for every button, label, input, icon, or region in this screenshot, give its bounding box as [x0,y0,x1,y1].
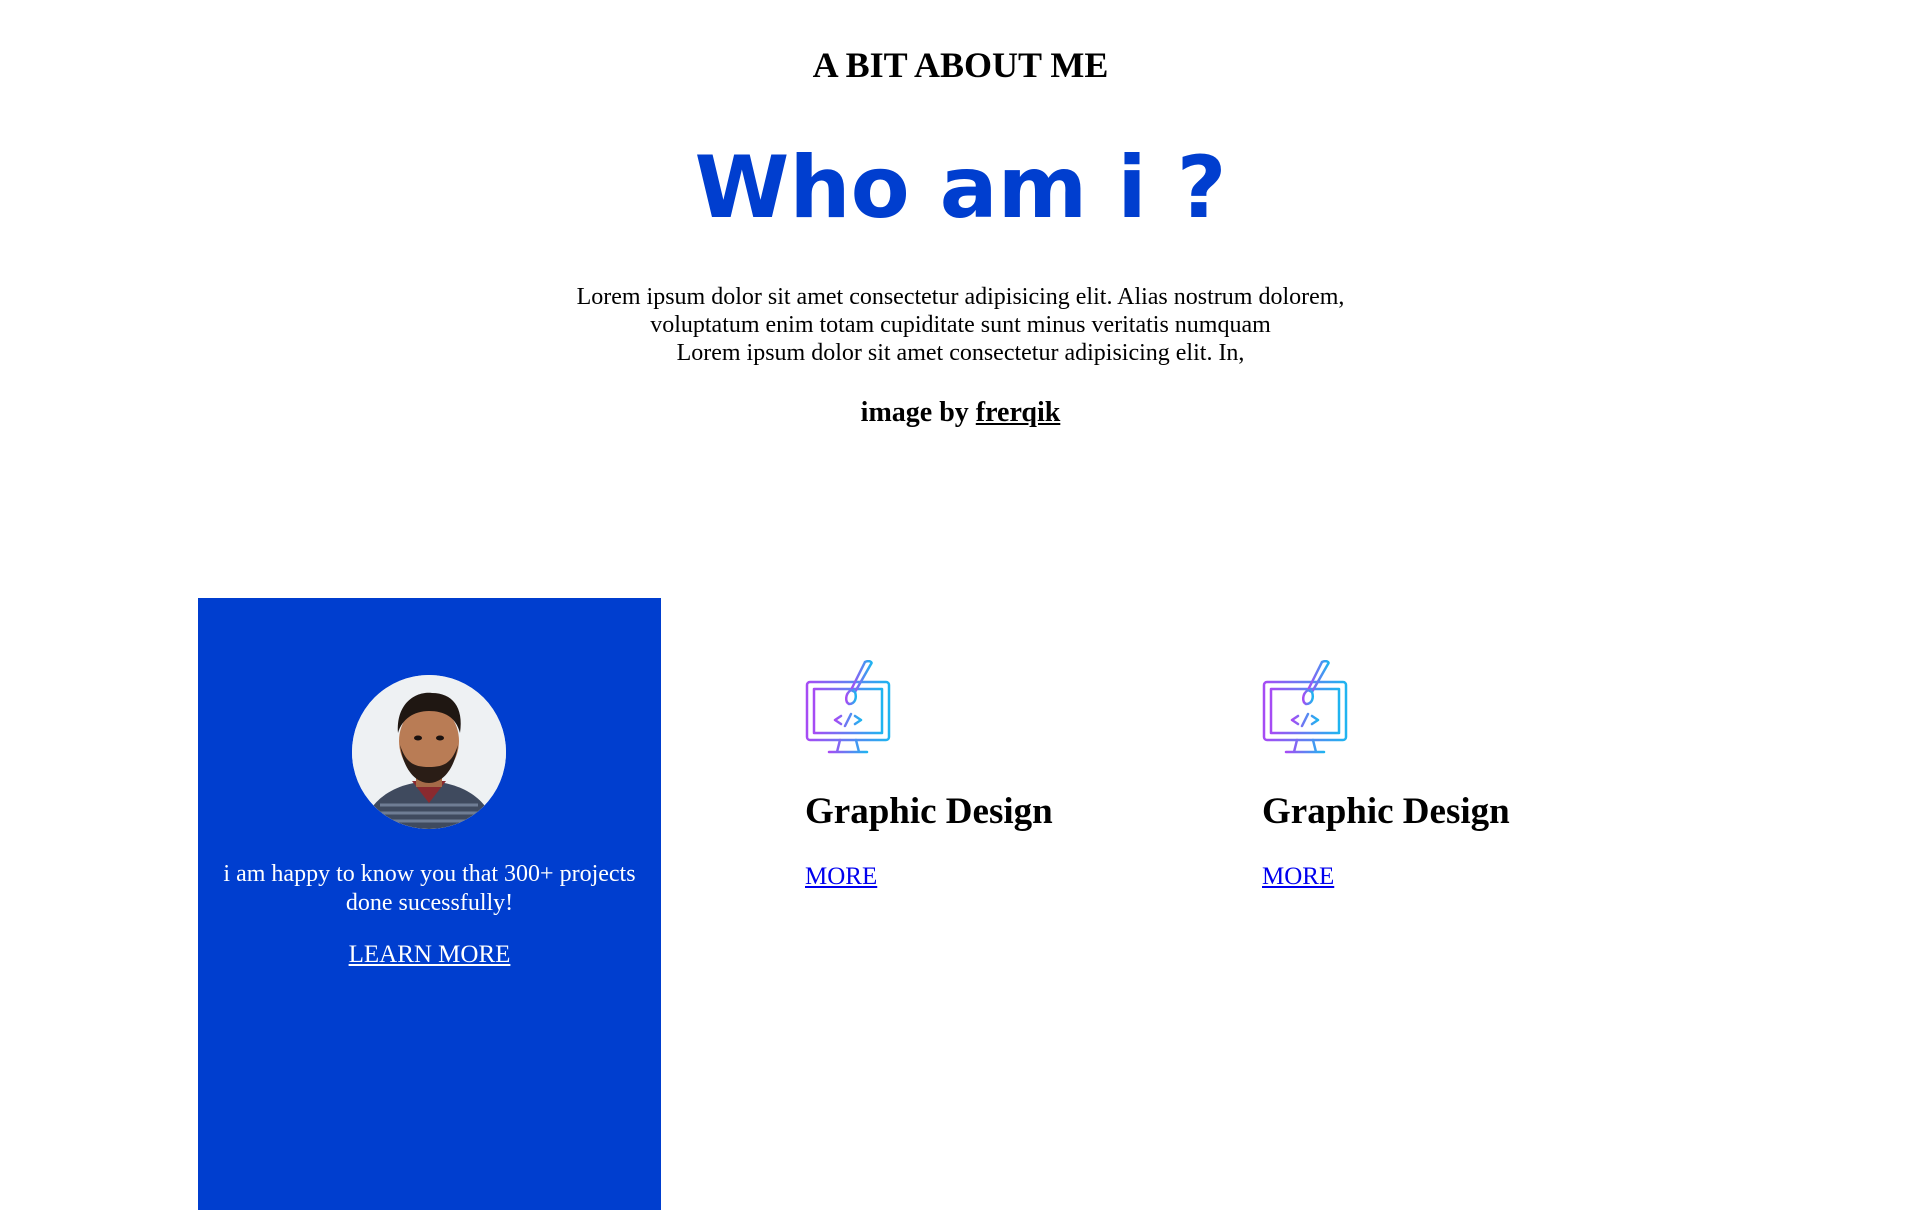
graphic-design-monitor-brush-icon [1262,660,1348,754]
service-more-wrapper: MORE [1262,862,1334,892]
service-card: Graphic Design MORE [805,660,1165,890]
section-eyebrow: A BIT ABOUT ME [812,45,1109,85]
service-more-wrapper: MORE [805,862,877,892]
service-more-link[interactable]: MORE [1262,863,1334,890]
profile-card: i am happy to know you that 300+ project… [198,598,661,1210]
service-more-link[interactable]: MORE [805,863,877,890]
page-headline: Who am i ? [694,138,1227,238]
profile-photo [352,675,506,829]
learn-more-link[interactable]: LEARN MORE [349,941,511,968]
intro-line: Lorem ipsum dolor sit amet consectetur a… [576,284,1345,310]
intro-line: voluptatum enim totam cupiditate sunt mi… [650,312,1271,338]
avatar [352,675,506,829]
image-credit: image by frerqik [0,395,1921,431]
credit-prefix: image by [860,397,969,428]
service-title: Graphic Design [1262,791,1510,832]
profile-card-text: i am happy to know you that 300+ project… [223,861,636,916]
credit-link[interactable]: frerqik [976,397,1061,428]
learn-more-wrapper: LEARN MORE [198,940,661,970]
service-card: Graphic Design MORE [1262,660,1622,890]
intro-line: Lorem ipsum dolor sit amet consectetur a… [676,340,1245,366]
graphic-design-monitor-brush-icon [805,660,891,754]
intro-paragraph: Lorem ipsum dolor sit amet consectetur a… [520,283,1401,367]
service-title: Graphic Design [805,791,1053,832]
